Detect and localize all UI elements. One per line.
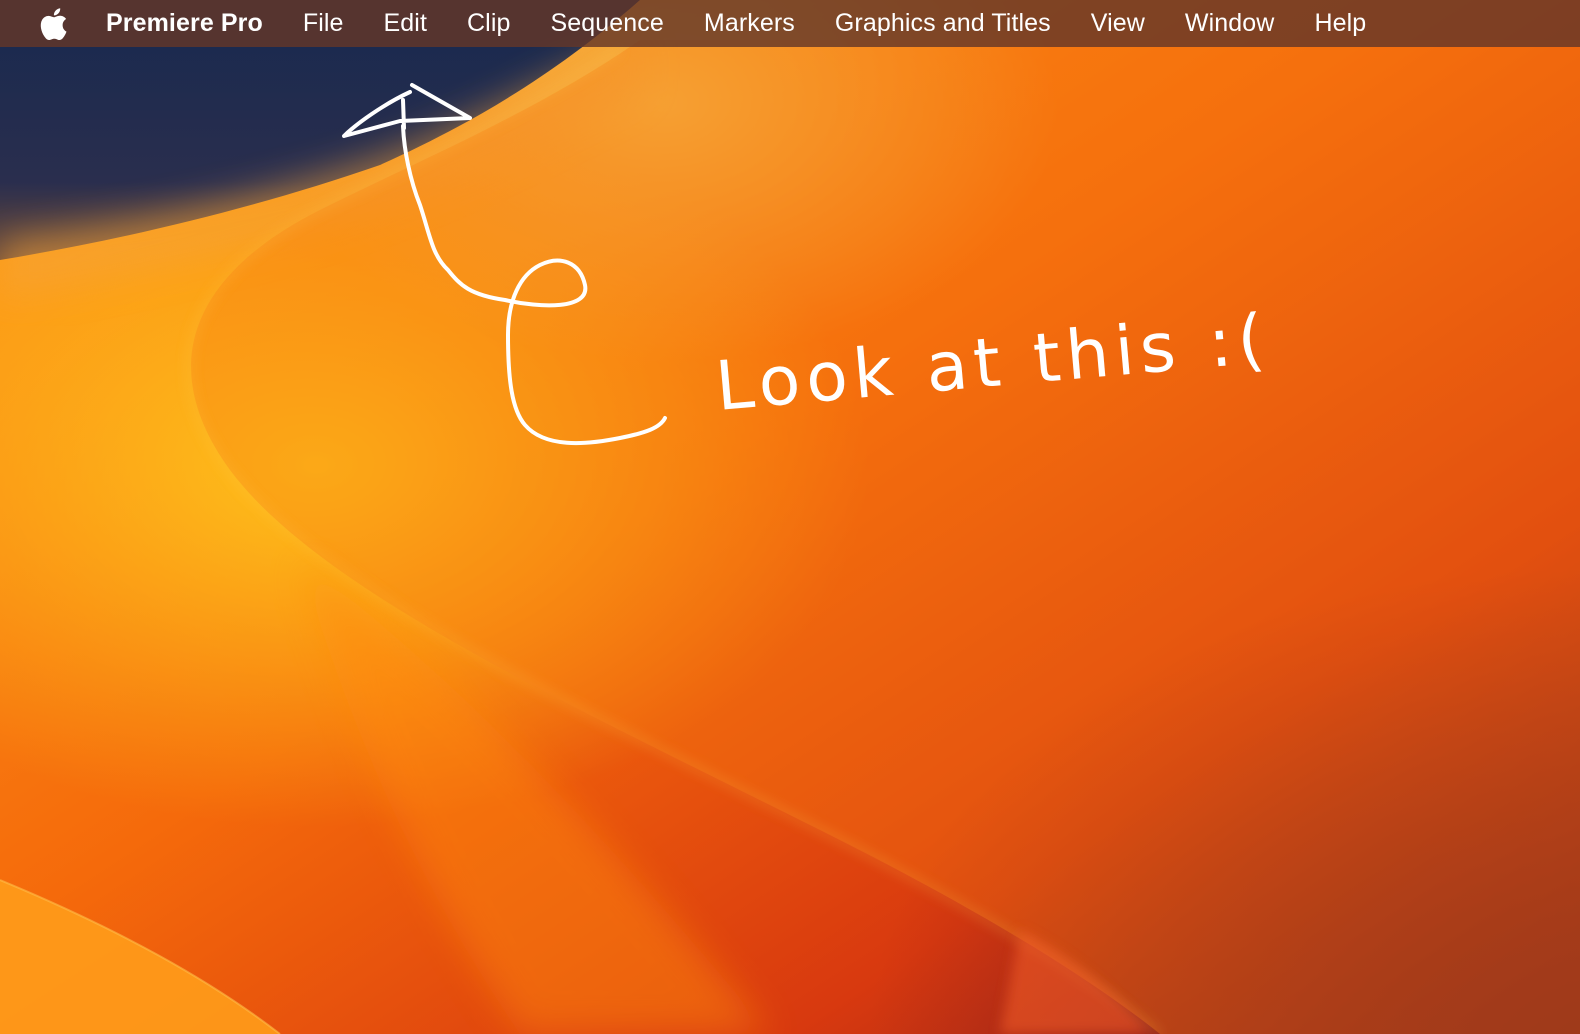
menu-app-name[interactable]: Premiere Pro — [102, 0, 283, 47]
menu-sequence[interactable]: Sequence — [530, 0, 683, 47]
menu-help[interactable]: Help — [1294, 0, 1386, 47]
menu-markers[interactable]: Markers — [684, 0, 815, 47]
menu-graphics-and-titles[interactable]: Graphics and Titles — [815, 0, 1071, 47]
menu-window[interactable]: Window — [1165, 0, 1295, 47]
menu-file[interactable]: File — [283, 0, 364, 47]
menu-edit[interactable]: Edit — [364, 0, 447, 47]
wallpaper — [0, 0, 1580, 1034]
menu-view[interactable]: View — [1071, 0, 1165, 47]
apple-logo-icon[interactable] — [36, 7, 70, 41]
menu-bar: Premiere Pro File Edit Clip Sequence Mar… — [0, 0, 1580, 47]
menu-clip[interactable]: Clip — [447, 0, 530, 47]
desktop: Premiere Pro File Edit Clip Sequence Mar… — [0, 0, 1580, 1034]
